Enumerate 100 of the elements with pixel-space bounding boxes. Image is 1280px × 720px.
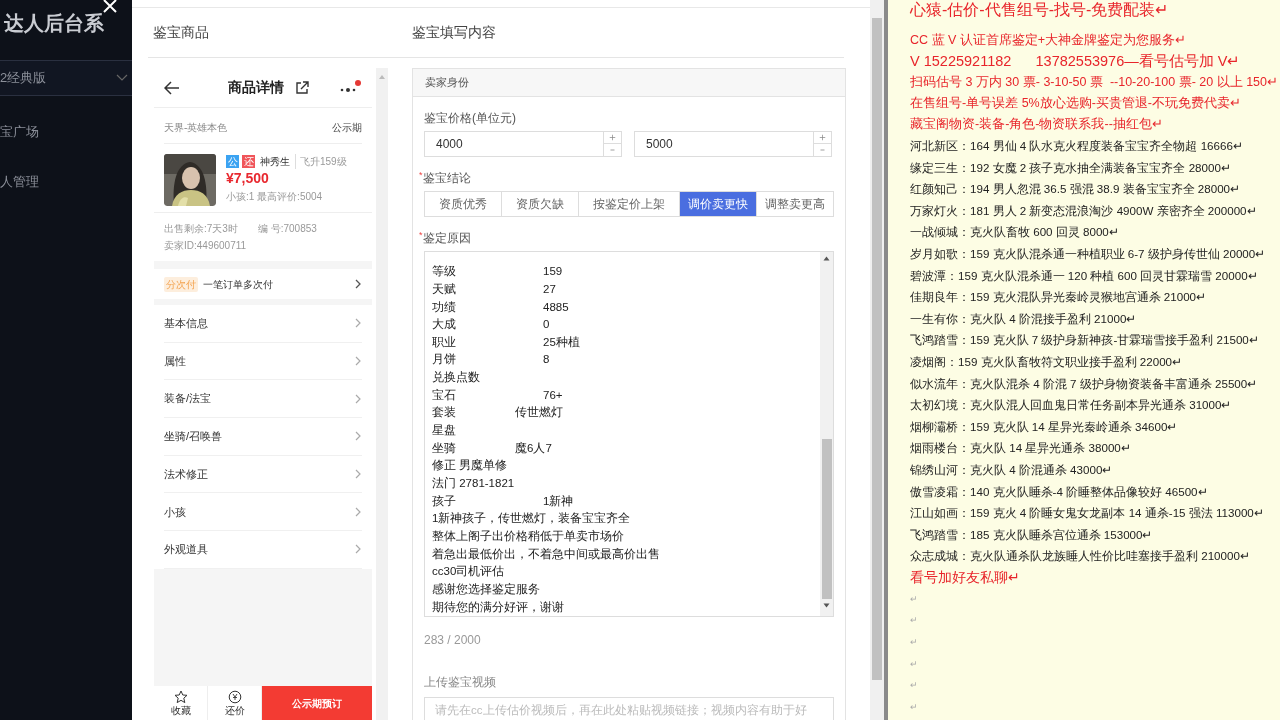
reason-textarea[interactable]: 等级 159 天赋 27 功绩 4885 大成 0 职业 25种植 月饼 8 兑换点数 宝石 76+ 套装 传世燃灯 星盘 坐骑 魔6人7 修正 男魔单修 法门 2781-1821 孩子 1新神 1新神孩子，传世燃灯，装备宝宝齐全 整体上阁子出价格稍低于单卖市场价 着急出最低价出，不着急中间或最高价出售 cc30司机评估 感谢您选择鉴定服务 期待您的满分好评，谢谢 xyxy=(424,251,834,617)
seller-id: 卖家ID:449600711 xyxy=(164,239,248,253)
field-label: 鉴定原因 xyxy=(422,230,471,247)
text-line: 25种植 xyxy=(543,334,580,350)
menu-row[interactable]: 属性 xyxy=(164,342,362,381)
plus-icon xyxy=(604,132,621,144)
required-mark: * xyxy=(419,229,423,241)
star-icon xyxy=(173,690,188,704)
chevron-right-icon xyxy=(354,544,362,555)
menu-row[interactable]: 小孩 xyxy=(164,493,362,532)
document-line: 锦绣山河：克火队 4 阶混通杀 43000↵ xyxy=(910,461,1113,478)
sidebar-item[interactable]: 宝广场 xyxy=(0,122,39,142)
menu-row[interactable]: 坐骑/召唤兽 xyxy=(164,418,362,456)
preview-scrollbar[interactable] xyxy=(376,68,388,720)
text-line: 159 xyxy=(543,264,563,280)
text-line: 感谢您选择鉴定服务 xyxy=(432,582,540,597)
menu-row[interactable]: 基本信息 xyxy=(164,305,362,343)
document-line: ↵ xyxy=(910,657,918,671)
coin-icon xyxy=(227,690,242,704)
document-line: ↵ xyxy=(910,636,918,650)
text-line: 孩子 xyxy=(432,493,457,509)
text-line: 法门 2781-1821 xyxy=(432,476,515,492)
character-counter: 283 / 2000 xyxy=(424,632,482,649)
document-line: 众志成城：克火队通杀队龙族睡人性价比哇塞接手盈利 210000↵ xyxy=(910,548,1250,565)
section-heading: 鉴宝填写内容 xyxy=(412,23,496,42)
document-line: ↵ xyxy=(910,679,918,693)
text-line: 职业 xyxy=(432,334,457,350)
document-line: 一生有你：克火队 4 阶混接手盈利 21000↵ xyxy=(910,310,1137,327)
chevron-right-icon xyxy=(354,506,362,517)
text-line: 27 xyxy=(543,281,556,297)
number-field[interactable]: 4000 xyxy=(424,131,622,157)
text-line: 兑换点数 xyxy=(432,370,480,386)
text-line: cc30司机评估 xyxy=(432,564,505,580)
installment-text: 一笔订单多次付 xyxy=(203,277,273,292)
scroll-down-icon xyxy=(823,603,830,608)
installment-badge: 分次付 xyxy=(164,276,198,292)
document-line: ↵ xyxy=(910,592,918,606)
document-line: 烟柳灞桥：159 克火队 14 星异光秦岭通杀 34600↵ xyxy=(910,418,1178,435)
text-line: 修正 男魔单修 xyxy=(432,458,508,474)
document-line: 凌烟阁：159 克火队畜牧符文职业接手盈利 22000↵ xyxy=(910,353,1183,370)
document-line: 心猿-估价-代售组号-找号-免费配装↵ xyxy=(910,0,1169,20)
scrollbar[interactable] xyxy=(870,0,884,720)
document-line: CC 蓝 V 认证首席鉴定+大神金牌鉴定为您服务↵ xyxy=(910,32,1187,49)
field-label: 上传鉴宝视频 xyxy=(424,674,497,691)
document-line: 傲雪凌霜：140 克火队睡杀-4 阶睡整体品像较好 46500↵ xyxy=(910,483,1208,500)
option-button[interactable]: 调价卖更快 xyxy=(678,192,756,216)
text-line: 等级 xyxy=(432,264,457,280)
menu-row[interactable]: 法术修正 xyxy=(164,455,362,494)
menu-row[interactable]: 装备/法宝 xyxy=(164,380,362,419)
chevron-right-icon xyxy=(354,431,362,442)
scroll-up-icon xyxy=(823,256,830,261)
document-line: V 15225921182 13782553976—看号估号加 V↵ xyxy=(910,52,1241,71)
preorder-button[interactable]: 公示期预订 xyxy=(262,686,372,720)
app-title: 达人后台系 xyxy=(4,11,104,36)
menu-row[interactable]: 外观道具 xyxy=(164,531,362,569)
text-line: 星盘 xyxy=(432,423,456,439)
scroll-up-icon xyxy=(378,74,386,80)
installment-row[interactable]: 分次付 一笔订单多次付 xyxy=(154,269,372,299)
text-line: 1新神 xyxy=(543,493,574,509)
share-icon xyxy=(294,79,310,96)
serial-number: 编 号:700853 xyxy=(257,222,317,236)
tag: 还 xyxy=(242,155,255,168)
tag: 公 xyxy=(226,155,239,168)
section-heading: 鉴宝商品 xyxy=(153,23,209,42)
role-summary: 小孩:1 最高评价:5004 xyxy=(226,190,324,204)
document-line: 万家灯火：181 男人 2 新变态混浪淘沙 4900W 亲密齐全 200000↵ xyxy=(910,202,1257,219)
action-button[interactable]: 收藏 xyxy=(154,686,208,720)
version-select[interactable]: 2经典版 xyxy=(0,60,132,96)
document-line: 飞鸿踏雪：159 克火队 7 级护身新神孩-甘霖瑞雪接手盈利 21500↵ xyxy=(910,332,1259,349)
document-line: 烟雨楼台：克火队 14 星异光通杀 38000↵ xyxy=(910,440,1131,457)
field-label: 鉴宝价格(单位元) xyxy=(424,110,517,127)
document-line: 河北新区：164 男仙 4 队水克火程度装备宝宝齐全物超 16666↵ xyxy=(910,138,1243,154)
chevron-right-icon xyxy=(354,318,362,329)
text-line: 1新神孩子，传世燃灯，装备宝宝齐全 xyxy=(432,511,631,527)
text-line: 传世燃灯 xyxy=(515,405,563,421)
text-line: 整体上阁子出价格稍低于单卖市场价 xyxy=(432,529,624,545)
document-line: 江山如画：159 克火 4 阶睡女鬼女龙副本 14 通杀-15 强法 113000↵ xyxy=(910,505,1264,522)
text-line: 月饼 xyxy=(432,352,457,368)
document-line: ↵ xyxy=(910,614,918,628)
document-line: 缘定三生：192 女魔 2 孩子克水抽全满装备宝宝齐全 28000↵ xyxy=(910,159,1231,176)
sidebar-item[interactable]: 人管理 xyxy=(0,172,39,192)
text-line: 坐骑 xyxy=(432,440,457,456)
textarea-scrollbar[interactable] xyxy=(820,252,833,616)
number-field[interactable]: 5000 xyxy=(634,131,832,157)
document-line: 在售组号-单号误差 5%放心选购-买贵管退-不玩免费代卖↵ xyxy=(910,95,1242,112)
text-line: 0 xyxy=(543,317,550,333)
server-name: 天界-英雄本色 xyxy=(164,121,228,135)
text-line: 大成 xyxy=(432,317,457,333)
document-line: 岁月如歌：159 克火队混杀通一种植职业 6-7 级护身传世仙 20000↵ xyxy=(910,245,1266,262)
document-line: 碧波潭：159 克火队混杀通一 120 种植 600 回灵甘霖瑞雪 20000↵ xyxy=(910,267,1258,284)
page-title: 商品详情 xyxy=(228,78,284,97)
document-line: 藏宝阁物资-装备-角色-物资联系我--抽红包↵ xyxy=(910,116,1163,133)
field-label: 鉴宝结论 xyxy=(422,170,471,187)
document-line: 红颜知己：194 男人忽混 36.5 强混 38.9 装备宝宝齐全 28000↵ xyxy=(910,181,1241,198)
text-line: 8 xyxy=(543,352,550,368)
chevron-right-icon xyxy=(354,356,362,367)
back-icon xyxy=(164,80,180,95)
document-line: ↵ xyxy=(910,700,918,714)
required-mark: * xyxy=(419,169,423,181)
document-line: 太初幻境：克火队混人回血鬼日常任务副本异光通杀 31000↵ xyxy=(910,397,1232,414)
